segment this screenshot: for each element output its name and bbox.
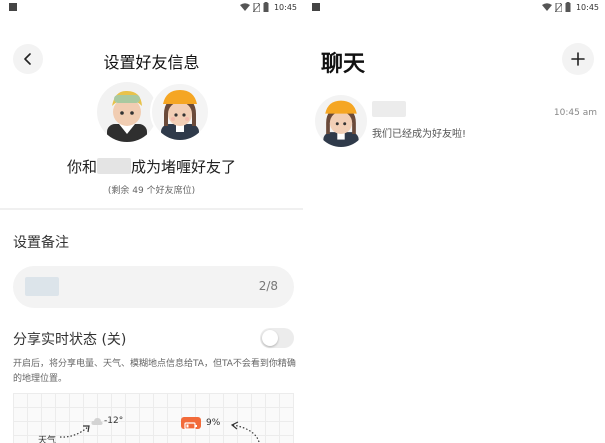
chat-avatar xyxy=(315,95,367,147)
friend-settings-screen: 10:45 设置好友信息 你和 成为堵喱好友了 (剩余 49 个好友席位) 设置… xyxy=(0,0,303,443)
no-sim-icon xyxy=(252,2,260,12)
my-avatar xyxy=(97,82,157,142)
chevron-left-icon xyxy=(24,53,31,65)
weather-label: 天气 xyxy=(38,436,57,443)
battery-icon xyxy=(263,2,269,12)
friendship-suffix: 成为堵喱好友了 xyxy=(131,158,237,176)
chat-timestamp: 10:45 am xyxy=(553,108,597,118)
section-divider xyxy=(0,208,303,210)
status-time: 10:45 xyxy=(273,2,297,12)
remaining-friend-slots: (剩余 49 个好友席位) xyxy=(107,186,196,196)
add-button[interactable] xyxy=(562,43,594,75)
notification-icon xyxy=(9,3,17,11)
status-bar: 10:45 xyxy=(0,0,303,14)
wifi-icon xyxy=(239,2,250,11)
battery-level: 9% xyxy=(206,418,221,428)
chat-contact-name-redacted xyxy=(372,101,406,117)
chat-page-title: 聊天 xyxy=(321,52,366,77)
dotted-arrow-icon xyxy=(59,425,90,438)
friendship-prefix: 你和 xyxy=(66,158,97,176)
weather-temperature: -12° xyxy=(104,416,124,426)
remark-section-title: 设置备注 xyxy=(13,235,69,251)
status-time: 10:45 xyxy=(575,2,599,12)
share-status-row: 分享实时状态 (关) xyxy=(13,327,294,351)
battery-icon xyxy=(565,2,571,12)
chat-last-message: 我们已经成为好友啦! xyxy=(372,129,467,140)
back-button[interactable] xyxy=(13,44,43,74)
share-status-description: 开启后，将分享电量、天气、模糊地点信息给TA，但TA不会看到你精确的地理位置。 xyxy=(13,359,296,384)
notification-icon xyxy=(312,3,320,11)
remark-char-count: 2/8 xyxy=(258,279,278,293)
chat-list-item[interactable]: 10:45 am 我们已经成为好友啦! xyxy=(303,95,605,155)
remark-input[interactable]: 2/8 xyxy=(13,266,294,308)
friend-avatar xyxy=(150,82,210,142)
plus-icon xyxy=(571,52,585,66)
share-status-toggle[interactable] xyxy=(260,328,294,348)
share-status-label: 分享实时状态 (关) xyxy=(13,332,127,348)
remark-value-redacted xyxy=(25,277,59,296)
battery-badge-icon xyxy=(181,417,201,430)
toggle-knob xyxy=(262,330,278,346)
no-sim-icon xyxy=(554,2,562,12)
friend-name-redacted xyxy=(97,158,131,174)
dotted-arrow-icon xyxy=(230,421,260,443)
chat-list-screen: 10:45 聊天 10:45 am 我们已经成为好友啦! xyxy=(303,0,605,443)
wifi-icon xyxy=(541,2,552,11)
page-title: 设置好友信息 xyxy=(103,53,200,72)
friendship-message: 你和 成为堵喱好友了 xyxy=(0,156,303,177)
status-bar: 10:45 xyxy=(303,0,605,14)
status-preview: -12° 天气 9% xyxy=(13,393,294,443)
